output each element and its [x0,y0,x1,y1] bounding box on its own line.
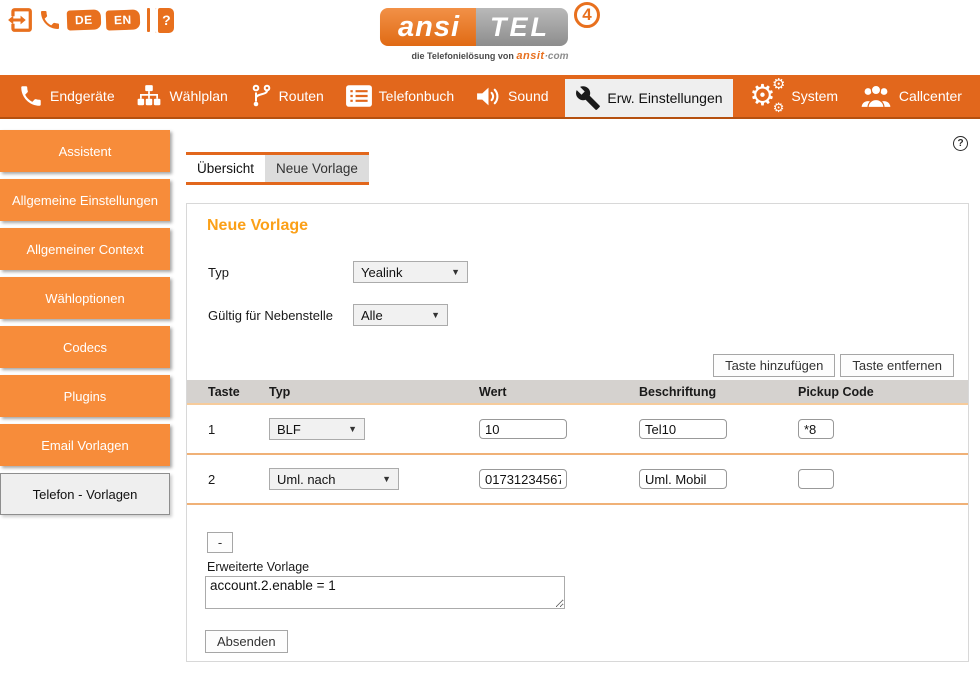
nav-label: System [791,88,838,104]
nav-item-routen[interactable]: Routen [245,75,328,117]
submit-button[interactable]: Absenden [205,630,288,653]
nebenstelle-select[interactable]: Alle ▼ [353,304,448,326]
field-row-typ: Typ Yealink ▼ [208,261,468,283]
row1-typ-value: BLF [277,422,301,437]
chevron-down-icon: ▼ [451,267,460,277]
help-book-icon[interactable]: ? [155,8,174,33]
sidebar-item-allgemeine-einstellungen[interactable]: Allgemeine Einstellungen [0,179,170,221]
column-header-taste: Taste [208,385,269,399]
sidebar-item-allgemeiner-context[interactable]: Allgemeiner Context [0,228,170,270]
sidebar-item-email-vorlagen[interactable]: Email Vorlagen [0,424,170,466]
logo-tel: TEL [476,8,568,46]
sidebar-item-telefon-vorlagen[interactable]: Telefon - Vorlagen [0,473,170,515]
page-header: DE EN ? ansi TEL 4 die Telefonielösung v… [0,0,980,75]
sitemap-icon [135,83,163,109]
quick-icons: DE EN ? [7,7,174,33]
row2-wert-input[interactable] [479,469,567,489]
branch-icon [249,83,273,109]
nav-item-endgeraete[interactable]: Endgeräte [14,75,119,117]
chevron-down-icon: ▼ [431,310,440,320]
english-flag-icon[interactable]: EN [105,9,139,30]
typ-select-value: Yealink [361,265,402,280]
table-row: 2 Uml. nach ▼ [187,455,968,505]
advanced-template-textarea[interactable]: account.2.enable = 1 [205,576,565,609]
nav-item-system[interactable]: ⚙⚙⚙ System [745,75,842,117]
nav-item-erw-einstellungen[interactable]: Erw. Einstellungen [565,79,732,117]
column-header-wert: Wert [479,385,639,399]
column-header-pickup-code: Pickup Code [798,385,968,399]
nav-label: Endgeräte [50,88,115,104]
logo-subtitle-brand: ansit [516,50,544,62]
bookmark-bar-icon [147,8,150,32]
logo-ansi: ansi [380,8,476,46]
row2-typ-select[interactable]: Uml. nach ▼ [269,468,399,490]
german-flag-icon[interactable]: DE [67,9,101,30]
logo-subtitle-suffix: ·com [545,51,569,62]
tab-neue-vorlage[interactable]: Neue Vorlage [265,155,369,182]
remove-row-button[interactable]: - [207,532,233,553]
column-header-typ: Typ [269,385,479,399]
tab-uebersicht[interactable]: Übersicht [186,155,265,182]
nav-label: Sound [508,88,548,104]
advanced-template-label: Erweiterte Vorlage [207,560,309,574]
nav-item-callcenter[interactable]: Callcenter [855,75,966,117]
row2-pickup-input[interactable] [798,469,834,489]
key-number: 2 [208,472,269,487]
nav-item-telefonbuch[interactable]: Telefonbuch [341,75,459,117]
row1-typ-select[interactable]: BLF ▼ [269,418,365,440]
wrench-icon [575,85,601,111]
table-header-row: Taste Typ Wert Beschriftung Pickup Code [187,380,968,405]
logout-icon[interactable] [7,7,33,33]
row1-pickup-input[interactable] [798,419,834,439]
content-tabs: Übersicht Neue Vorlage [186,152,369,185]
phone-header-icon[interactable] [38,8,62,32]
chevron-down-icon: ▼ [348,424,357,434]
nav-label: Wählplan [169,88,227,104]
nav-item-sound[interactable]: Sound [471,75,552,117]
help-icon[interactable]: ? [953,136,968,151]
gears-icon: ⚙⚙⚙ [749,78,785,114]
sidebar: Assistent Allgemeine Einstellungen Allge… [0,130,170,522]
row1-wert-input[interactable] [479,419,567,439]
column-header-beschriftung: Beschriftung [639,385,798,399]
nav-label: Telefonbuch [379,88,455,104]
sidebar-item-codecs[interactable]: Codecs [0,326,170,368]
main-nav: Endgeräte Wählplan Routen [0,75,980,119]
version-badge: 4 [574,2,600,28]
nav-label: Callcenter [899,88,962,104]
chevron-down-icon: ▼ [382,474,391,484]
logo-subtitle: die Telefonielösung von ansit·com [380,50,600,62]
key-number: 1 [208,422,269,437]
nav-item-waehlplan[interactable]: Wählplan [131,75,231,117]
row2-typ-value: Uml. nach [277,472,336,487]
sidebar-item-assistent[interactable]: Assistent [0,130,170,172]
phone-icon [18,83,44,109]
nav-label: Erw. Einstellungen [607,90,722,106]
nebenstelle-label: Gültig für Nebenstelle [208,308,353,326]
people-icon [859,83,893,110]
remove-key-button[interactable]: Taste entfernen [840,354,954,377]
sidebar-item-waehloptionen[interactable]: Wähloptionen [0,277,170,319]
sidebar-item-plugins[interactable]: Plugins [0,375,170,417]
page-title: Neue Vorlage [207,217,308,235]
row1-beschriftung-input[interactable] [639,419,727,439]
typ-label: Typ [208,265,353,283]
nebenstelle-select-value: Alle [361,308,383,323]
main-panel: Neue Vorlage Typ Yealink ▼ Gültig für Ne… [186,203,969,662]
add-key-button[interactable]: Taste hinzufügen [713,354,835,377]
typ-select[interactable]: Yealink ▼ [353,261,468,283]
keys-table: Taste Typ Wert Beschriftung Pickup Code … [187,380,968,505]
field-row-nebenstelle: Gültig für Nebenstelle Alle ▼ [208,304,448,326]
row2-beschriftung-input[interactable] [639,469,727,489]
speaker-icon [475,84,502,109]
brand-logo: ansi TEL 4 die Telefonielösung von ansit… [380,8,600,62]
table-actions: Taste hinzufügen Taste entfernen [713,354,954,377]
nav-label: Routen [279,88,324,104]
table-row: 1 BLF ▼ [187,405,968,455]
list-icon [345,84,373,108]
